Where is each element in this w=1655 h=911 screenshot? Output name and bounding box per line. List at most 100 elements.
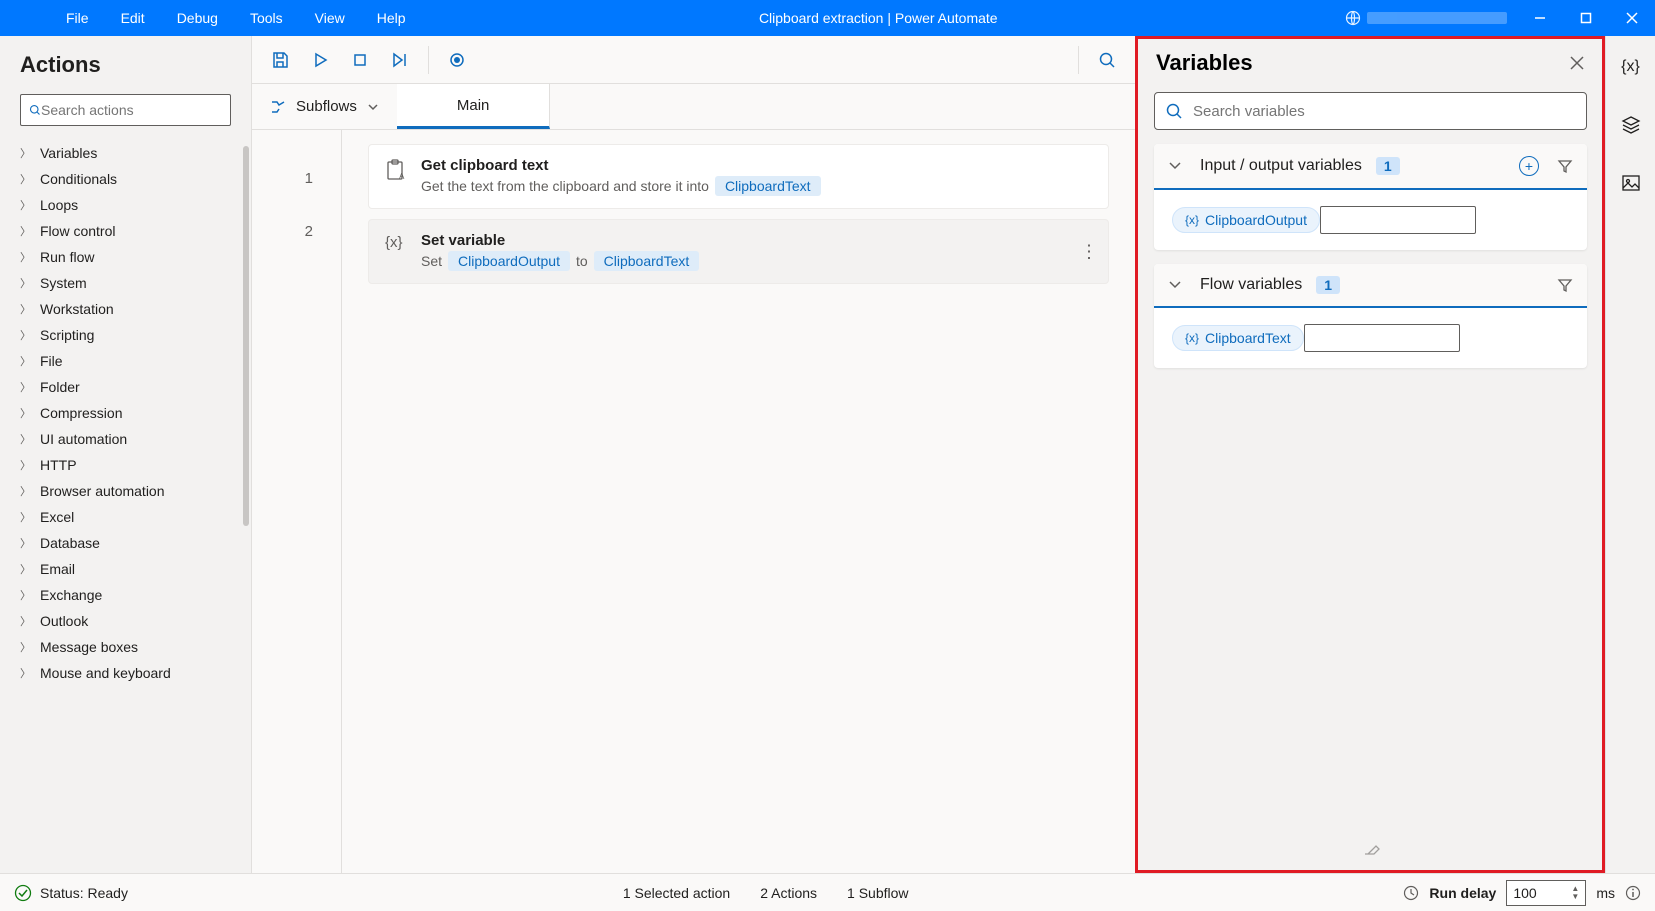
step-title: Get clipboard text [421,157,1092,174]
action-category[interactable]: 〉Message boxes [20,634,241,660]
rail-layers-button[interactable] [1614,108,1648,142]
chevron-right-icon: 〉 [20,379,30,395]
designer-toolbar [252,36,1135,84]
step-more-button[interactable]: ⋮ [1080,241,1098,262]
titlebar: File Edit Debug Tools View Help Clipboar… [0,0,1655,36]
environment-badge[interactable] [1335,10,1517,26]
actions-search[interactable] [20,94,231,126]
action-category[interactable]: 〉Run flow [20,244,241,270]
window-controls [1517,0,1655,36]
action-category[interactable]: 〉HTTP [20,452,241,478]
save-button[interactable] [262,42,298,78]
chevron-right-icon: 〉 [20,665,30,681]
action-category[interactable]: 〉Compression [20,400,241,426]
stop-button[interactable] [342,42,378,78]
action-category[interactable]: 〉Conditionals [20,166,241,192]
chevron-right-icon: 〉 [20,353,30,369]
chevron-right-icon: 〉 [20,327,30,343]
subflows-dropdown[interactable]: Subflows [252,84,397,129]
step-icon: A [385,159,407,181]
scrollbar[interactable] [243,146,249,526]
action-category[interactable]: 〉Workstation [20,296,241,322]
menu-tools[interactable]: Tools [234,2,299,34]
action-category[interactable]: 〉Database [20,530,241,556]
action-category[interactable]: 〉Scripting [20,322,241,348]
chevron-right-icon: 〉 [20,145,30,161]
action-category[interactable]: 〉Excel [20,504,241,530]
filter-icon[interactable] [1557,158,1573,174]
step-button[interactable] [382,42,418,78]
designer: Subflows Main 12 AGet clipboard textGet … [252,36,1135,873]
io-variables-section: Input / output variables 1 + {x}Clipboar… [1154,144,1587,250]
chevron-right-icon: 〉 [20,405,30,421]
flow-step[interactable]: {x}Set variableSet ClipboardOutput to Cl… [368,219,1109,284]
action-category[interactable]: 〉Outlook [20,608,241,634]
status-subflows: 1 Subflow [847,885,908,901]
variables-search-input[interactable] [1193,103,1576,120]
record-button[interactable] [439,42,475,78]
rail-variables-button[interactable]: {x} [1614,50,1648,84]
status-ok-icon [14,884,32,902]
flow-step[interactable]: AGet clipboard textGet the text from the… [368,144,1109,209]
run-delay-input[interactable]: 100 ▲▼ [1506,880,1586,906]
menu-help[interactable]: Help [361,2,422,34]
chevron-right-icon: 〉 [20,275,30,291]
actions-list[interactable]: 〉Variables〉Conditionals〉Loops〉Flow contr… [0,140,251,873]
menu-file[interactable]: File [50,2,105,34]
chevron-right-icon: 〉 [20,171,30,187]
variable-value-box [1320,206,1476,234]
action-category[interactable]: 〉Exchange [20,582,241,608]
chevron-down-icon [367,101,379,113]
io-variables-title: Input / output variables [1200,157,1362,175]
menu-debug[interactable]: Debug [161,2,234,34]
chevron-right-icon: 〉 [20,535,30,551]
action-category[interactable]: 〉File [20,348,241,374]
action-category[interactable]: 〉UI automation [20,426,241,452]
filter-icon[interactable] [1557,277,1573,293]
action-category[interactable]: 〉Variables [20,140,241,166]
chevron-down-icon [1168,159,1182,173]
variable-clipboardtext[interactable]: {x}ClipboardText [1172,325,1304,351]
svg-text:A: A [399,172,405,181]
chevron-right-icon: 〉 [20,457,30,473]
variables-search[interactable] [1154,92,1587,130]
menu-view[interactable]: View [299,2,361,34]
line-numbers: 12 [252,130,342,873]
info-icon[interactable] [1625,885,1641,901]
eraser-icon[interactable] [1362,840,1380,858]
io-variables-header[interactable]: Input / output variables 1 + [1154,144,1587,190]
add-io-variable-button[interactable]: + [1519,156,1539,176]
chevron-right-icon: 〉 [20,587,30,603]
run-delay-label: Run delay [1429,885,1496,901]
maximize-button[interactable] [1563,0,1609,36]
action-category[interactable]: 〉System [20,270,241,296]
status-selected: 1 Selected action [623,885,730,901]
rail-images-button[interactable] [1614,166,1648,200]
flow-variables-count: 1 [1316,276,1340,294]
subflows-label: Subflows [296,98,357,115]
statusbar: Status: Ready 1 Selected action 2 Action… [0,873,1655,911]
ms-label: ms [1596,885,1615,901]
flow-variables-header[interactable]: Flow variables 1 [1154,264,1587,308]
action-category[interactable]: 〉Browser automation [20,478,241,504]
chevron-right-icon: 〉 [20,561,30,577]
menu-edit[interactable]: Edit [105,2,161,34]
close-button[interactable] [1609,0,1655,36]
variable-clipboardoutput[interactable]: {x}ClipboardOutput [1172,207,1320,233]
actions-header: Actions [0,36,251,88]
minimize-button[interactable] [1517,0,1563,36]
search-flow-button[interactable] [1089,42,1125,78]
run-button[interactable] [302,42,338,78]
actions-search-input[interactable] [41,102,222,118]
action-category[interactable]: 〉Email [20,556,241,582]
close-variables-button[interactable] [1569,55,1585,71]
action-category[interactable]: 〉Mouse and keyboard [20,660,241,686]
action-category[interactable]: 〉Loops [20,192,241,218]
action-category[interactable]: 〉Flow control [20,218,241,244]
variable-value-box [1304,324,1460,352]
subflow-bar: Subflows Main [252,84,1135,130]
action-category[interactable]: 〉Folder [20,374,241,400]
variables-footer [1136,830,1605,873]
steps-list: AGet clipboard textGet the text from the… [342,130,1135,873]
tab-main[interactable]: Main [397,84,551,129]
